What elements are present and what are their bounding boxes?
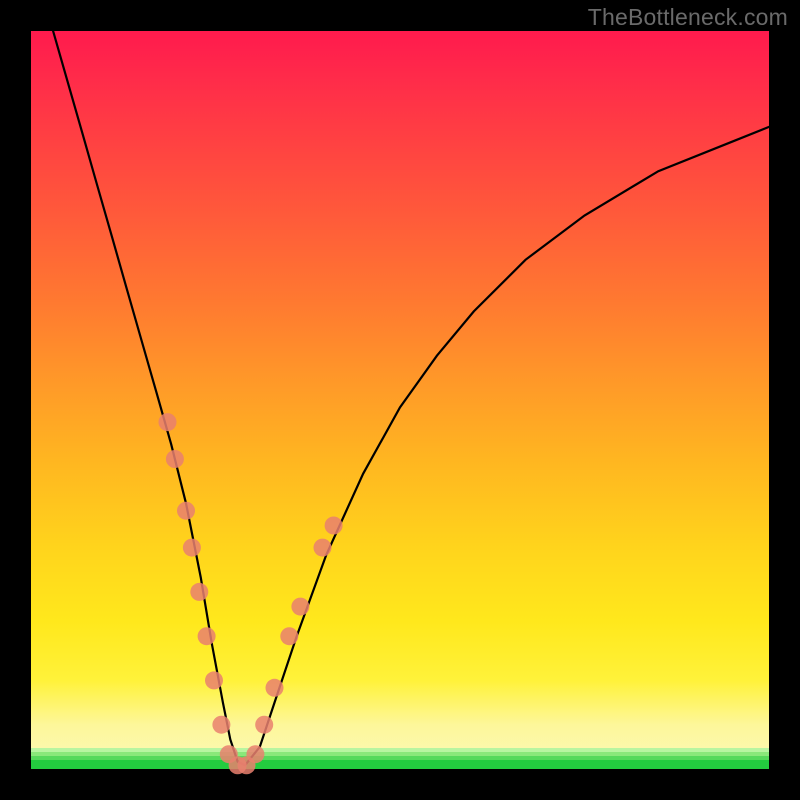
curve-marker — [246, 745, 264, 763]
curve-marker — [190, 583, 208, 601]
curve-marker — [198, 627, 216, 645]
curve-marker — [325, 517, 343, 535]
chart-frame: TheBottleneck.com — [0, 0, 800, 800]
curve-marker — [255, 716, 273, 734]
bottleneck-curve — [53, 31, 769, 765]
curve-marker — [314, 539, 332, 557]
curve-marker — [166, 450, 184, 468]
curve-marker — [177, 502, 195, 520]
watermark-text: TheBottleneck.com — [588, 4, 788, 31]
curve-marker — [183, 539, 201, 557]
curve-marker — [280, 627, 298, 645]
curve-markers — [159, 413, 343, 774]
chart-svg — [31, 31, 769, 769]
curve-marker — [212, 716, 230, 734]
curve-marker — [159, 413, 177, 431]
curve-marker — [205, 671, 223, 689]
curve-marker — [291, 598, 309, 616]
curve-marker — [266, 679, 284, 697]
